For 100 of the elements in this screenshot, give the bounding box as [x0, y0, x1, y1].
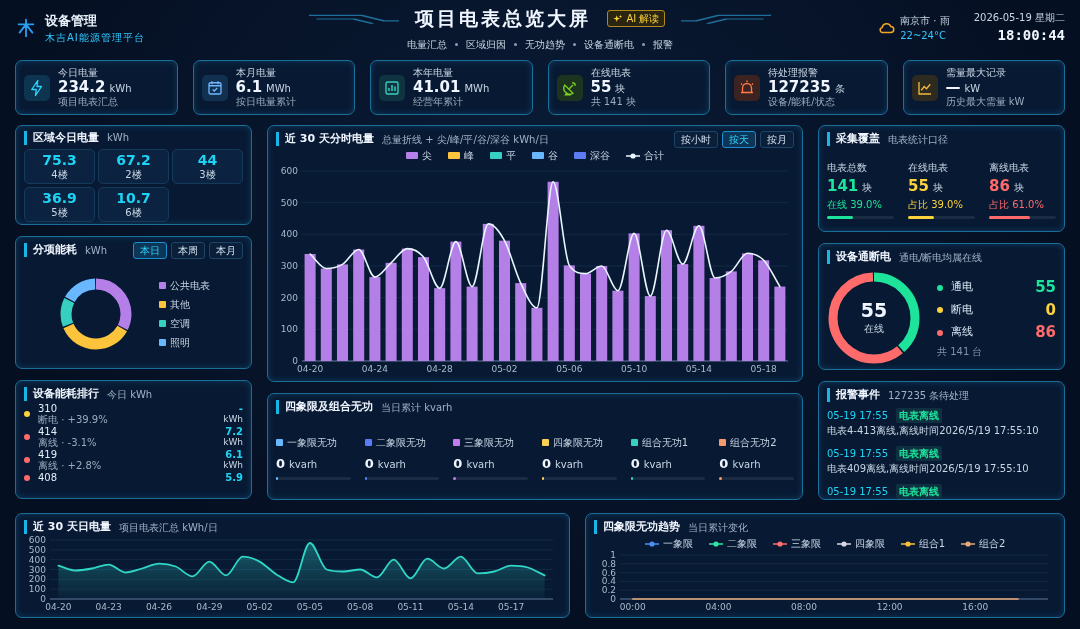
meter-ratio: 占比 61.0% — [989, 198, 1045, 213]
nav-separator — [514, 42, 517, 46]
axis-label: 600 — [28, 536, 46, 545]
tab[interactable]: 本月 — [209, 241, 243, 259]
meter-label: 电表总数 — [827, 160, 868, 175]
axis-label: 00:00 — [619, 602, 646, 612]
axis-label: 100 — [28, 584, 46, 595]
axis-label: 300 — [28, 564, 46, 575]
device-name: 408 — [38, 472, 59, 483]
status-label: 通电 — [951, 279, 974, 296]
tab[interactable]: 按天 — [722, 130, 756, 148]
region-value: 44 — [196, 152, 219, 169]
panel-title: 四象限无功趋势 — [594, 520, 680, 534]
kpi-value: 55 — [590, 79, 612, 96]
nav-link[interactable]: 区域归因 — [466, 36, 506, 52]
status-label: 断电 — [951, 301, 974, 318]
panel-subtitle: 电表统计口径 — [888, 132, 948, 147]
logo-icon — [15, 17, 37, 39]
quadrant-label: 二象限无功 — [375, 435, 426, 450]
online-count: 55 — [860, 299, 888, 321]
alert-message: 电表409离线,离线时间2026/5/19 17:55:10 — [827, 462, 1030, 476]
kpi-label: 需量最大记录 — [945, 67, 1007, 79]
axis-label: 200 — [28, 574, 46, 585]
panel-title: 近 30 天分时电量 — [276, 132, 374, 146]
axis-label: 04-24 — [361, 364, 388, 374]
device-status: 离线 · -3.1% — [38, 437, 98, 448]
device-name: 414 — [38, 426, 59, 437]
axis-label: 05-14 — [447, 602, 474, 612]
alert-tag: 电表离线 — [896, 446, 943, 461]
legend-label: 峰 — [464, 149, 474, 163]
region-label: 5楼 — [50, 207, 69, 219]
panel-subtitle: kWh — [107, 131, 130, 145]
kpi-note: 项目电表汇总 — [58, 96, 119, 108]
panel-subtitle: 今日 kWh — [107, 387, 153, 402]
device-status: 断电 · +39.9% — [38, 414, 109, 425]
kpi-value: 234.2 — [58, 79, 106, 96]
quadrant-unit: kvarh — [289, 457, 318, 472]
meter-unit: 块 — [1013, 180, 1024, 195]
status-count: 0 — [1045, 299, 1056, 321]
axis-label: 05-11 — [397, 602, 424, 612]
nav-link[interactable]: 电量汇总 — [407, 36, 447, 52]
quadrant-unit: kvarh — [643, 457, 672, 472]
kpi-value: 6.1 — [235, 79, 263, 96]
kpi-label: 在线电表 — [590, 67, 632, 79]
meter-ratio: 在线 39.0% — [827, 198, 883, 213]
kpi-note: 历史最大需量 kW — [945, 96, 1025, 108]
bar — [612, 290, 624, 361]
quadrant-unit: kvarh — [377, 457, 406, 472]
total-count: 共 141 台 — [937, 344, 984, 359]
tab[interactable]: 按月 — [760, 130, 794, 148]
region-value: 67.2 — [115, 152, 152, 169]
axis-label: 04-23 — [95, 602, 122, 612]
nav-link[interactable]: 设备通断电 — [584, 36, 634, 52]
kpi-label: 本月电量 — [235, 67, 277, 79]
kpi-note: 按日电量累计 — [235, 96, 296, 108]
legend-label: 四象限 — [854, 537, 885, 551]
axis-label: 04-20 — [45, 602, 72, 612]
tab[interactable]: 本日 — [133, 241, 167, 259]
meter-count: 86 — [989, 175, 1010, 197]
legend-label: 深谷 — [590, 149, 610, 163]
quadrant-unit: kvarh — [555, 457, 584, 472]
panel-title: 近 30 天日电量 — [24, 520, 111, 534]
nav-link[interactable]: 无功趋势 — [525, 36, 565, 52]
tab[interactable]: 本周 — [171, 241, 205, 259]
calendar-icon — [205, 78, 224, 97]
status-count: 86 — [1035, 322, 1056, 344]
axis-label: 500 — [28, 544, 46, 555]
nav-link[interactable]: 报警 — [653, 36, 673, 52]
axis-label: 0.4 — [601, 576, 616, 587]
legend-line-icon — [900, 539, 915, 548]
meter-label: 在线电表 — [908, 160, 949, 175]
status-label: 离线 — [951, 324, 974, 341]
legend-line-icon — [772, 539, 787, 548]
legend-label: 二象限 — [726, 537, 757, 551]
alert-time: 05-19 17:55 — [827, 485, 889, 499]
axis-label: 0.8 — [601, 558, 616, 569]
tab[interactable]: 按小时 — [674, 130, 718, 148]
panel-subtitle: 项目电表汇总 kWh/日 — [118, 520, 218, 535]
kpi-unit: 块 — [615, 82, 626, 96]
energy-unit: kWh — [223, 414, 243, 425]
legend-label: 平 — [506, 149, 516, 163]
axis-label: 05-06 — [556, 364, 583, 374]
online-label: 在线 — [863, 321, 885, 336]
legend-swatch — [532, 152, 544, 159]
panel-title: 采集覆盖 — [827, 132, 880, 146]
panel-subtitle: 总量折线 + 尖/峰/平/谷/深谷 kWh/日 — [381, 132, 549, 147]
region-label: 2楼 — [124, 169, 143, 181]
axis-label: 04:00 — [705, 602, 732, 612]
region-value: 36.9 — [41, 190, 78, 207]
axis-label: 0 — [40, 594, 46, 604]
legend-label: 合计 — [644, 149, 664, 163]
axis-label: 400 — [28, 554, 46, 565]
legend-label: 组合2 — [979, 537, 1006, 551]
nav-separator — [642, 42, 645, 46]
kpi-value: 41.01 — [413, 79, 461, 96]
axis-label: 04-29 — [196, 602, 223, 612]
alert-time: 05-19 17:55 — [827, 447, 889, 461]
axis-label: 0 — [292, 356, 298, 366]
bar — [644, 296, 656, 361]
ai-button[interactable]: AI 解读 — [606, 10, 666, 27]
